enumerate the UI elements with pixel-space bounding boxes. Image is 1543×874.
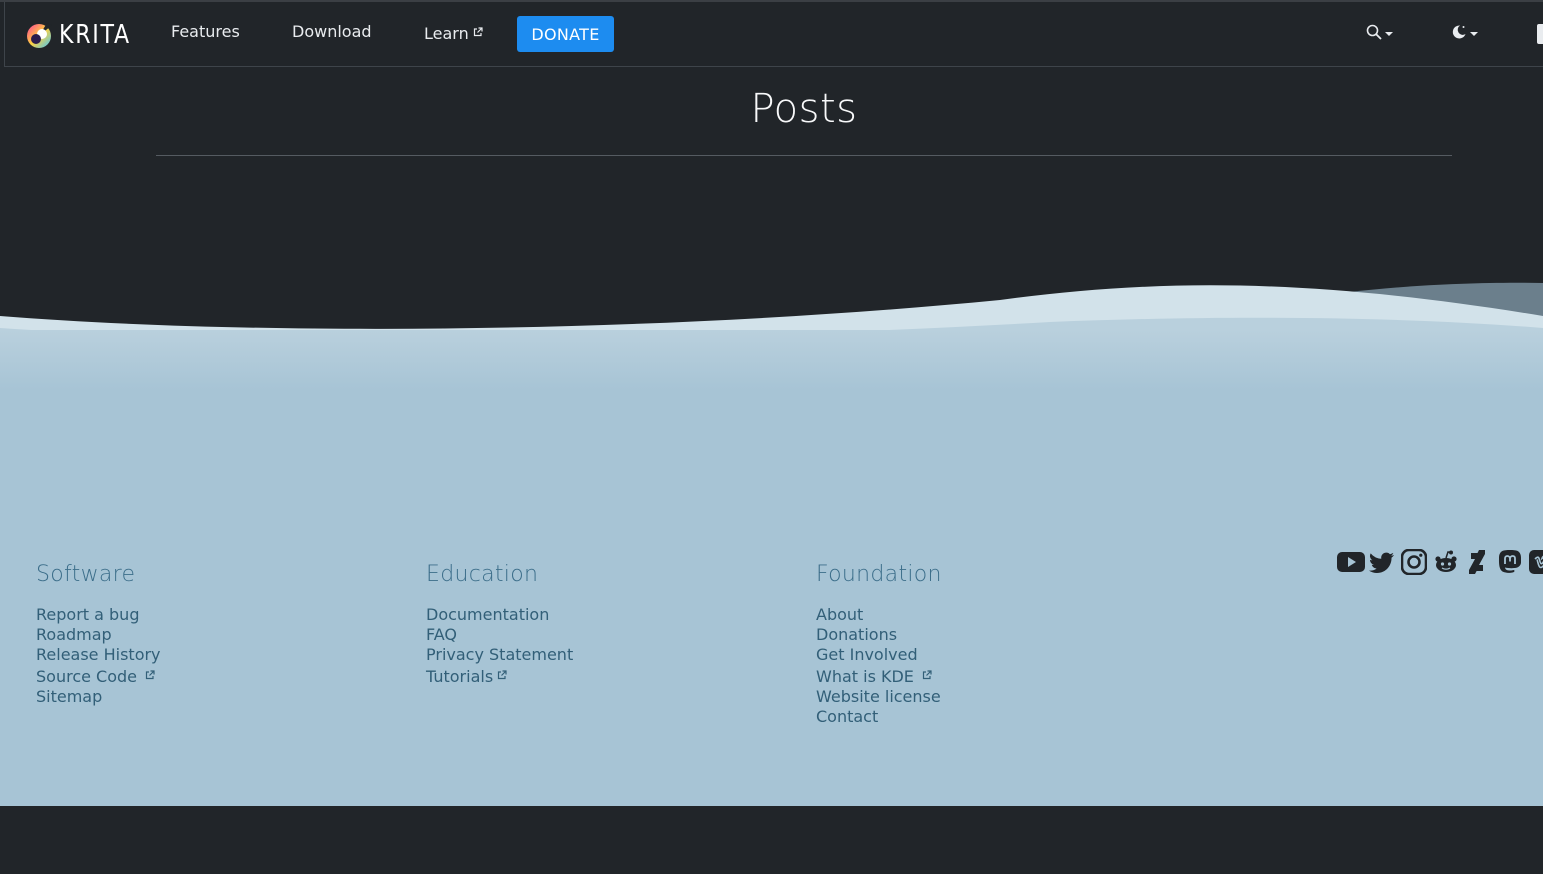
footer-link-roadmap[interactable]: Roadmap xyxy=(36,625,161,645)
footer-link-website-license[interactable]: Website license xyxy=(816,687,942,707)
brand-link[interactable]: KRITA xyxy=(25,19,143,51)
chevron-down-icon xyxy=(1385,32,1393,36)
nav-features-link[interactable]: Features xyxy=(171,22,240,41)
nav-download-link[interactable]: Download xyxy=(292,22,372,41)
instagram-icon[interactable] xyxy=(1401,549,1427,575)
site-footer xyxy=(0,330,1543,806)
title-divider xyxy=(156,155,1452,156)
krita-logo-icon xyxy=(27,23,52,48)
twitter-icon[interactable] xyxy=(1369,549,1395,575)
brand-wordmark: KRITA xyxy=(59,20,131,50)
footer-link-donations[interactable]: Donations xyxy=(816,625,942,645)
bottom-bar xyxy=(0,806,1543,874)
chevron-down-icon xyxy=(1470,32,1478,36)
footer-link-what-is-kde-label: What is KDE xyxy=(816,667,914,686)
footer-link-tutorials-label: Tutorials xyxy=(426,667,494,686)
footer-heading-education: Education xyxy=(426,562,539,587)
reddit-icon[interactable] xyxy=(1433,549,1459,575)
mastodon-icon[interactable] xyxy=(1497,549,1523,575)
footer-heading-foundation: Foundation xyxy=(816,562,942,587)
vimeo-icon[interactable] xyxy=(1529,549,1543,575)
footer-col-foundation: Foundation About Donations Get Involved … xyxy=(816,562,942,727)
footer-link-contact[interactable]: Contact xyxy=(816,707,942,727)
footer-link-what-is-kde[interactable]: What is KDE xyxy=(816,665,942,687)
footer-link-documentation[interactable]: Documentation xyxy=(426,605,573,625)
deviantart-icon[interactable] xyxy=(1465,549,1491,575)
footer-link-tutorials[interactable]: Tutorials xyxy=(426,665,573,687)
donate-button[interactable]: DONATE xyxy=(517,16,614,52)
search-icon xyxy=(1366,24,1382,44)
footer-col-software: Software Report a bug Roadmap Release Hi… xyxy=(36,562,161,707)
nav-learn-link[interactable]: Learn xyxy=(424,22,483,43)
footer-link-report-bug[interactable]: Report a bug xyxy=(36,605,161,625)
theme-dropdown[interactable] xyxy=(1451,24,1478,44)
footer-link-privacy[interactable]: Privacy Statement xyxy=(426,645,573,665)
top-navbar: KRITA Features Download Learn DONATE xyxy=(4,2,1543,67)
footer-link-source-code[interactable]: Source Code xyxy=(36,665,161,687)
search-dropdown[interactable] xyxy=(1366,24,1393,44)
footer-col-education: Education Documentation FAQ Privacy Stat… xyxy=(426,562,573,687)
language-icon[interactable] xyxy=(1537,24,1543,44)
footer-link-get-involved[interactable]: Get Involved xyxy=(816,645,942,665)
page-title: Posts xyxy=(750,86,858,132)
external-link-icon xyxy=(922,665,932,685)
footer-gradient xyxy=(0,330,1543,390)
footer-link-release-history[interactable]: Release History xyxy=(36,645,161,665)
footer-link-faq[interactable]: FAQ xyxy=(426,625,573,645)
nav-learn-label: Learn xyxy=(424,24,469,43)
footer-link-sitemap[interactable]: Sitemap xyxy=(36,687,161,707)
external-link-icon xyxy=(145,665,155,685)
footer-wave xyxy=(0,282,1543,332)
footer-link-source-code-label: Source Code xyxy=(36,667,137,686)
footer-link-about[interactable]: About xyxy=(816,605,942,625)
external-link-icon xyxy=(473,22,483,41)
youtube-icon[interactable] xyxy=(1337,549,1365,575)
footer-heading-software: Software xyxy=(36,562,136,587)
external-link-icon xyxy=(497,665,507,685)
moon-icon xyxy=(1451,24,1467,44)
social-links xyxy=(1337,549,1543,575)
